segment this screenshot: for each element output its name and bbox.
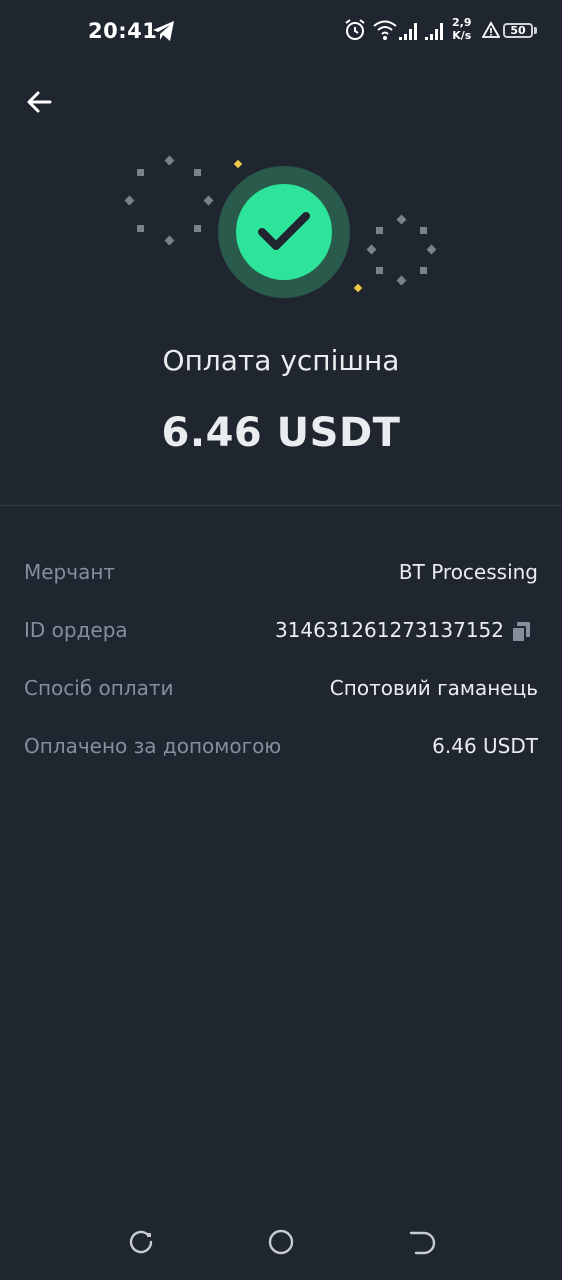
- detail-label: Оплачено за допомогою: [24, 734, 282, 758]
- battery-level: 50: [510, 24, 526, 37]
- detail-row-order-id: ID ордера 314631261273137152: [24, 606, 538, 664]
- recents-icon[interactable]: [127, 1229, 155, 1257]
- confetti-dot: [164, 155, 175, 166]
- detail-value: 314631261273137152: [274, 618, 504, 642]
- confetti-dot-yellow: [233, 159, 243, 169]
- success-illustration: [0, 140, 562, 320]
- battery-icon: 50: [503, 23, 533, 38]
- detail-row-payment-method: Спосіб оплати Спотовий гаманець: [24, 664, 538, 722]
- detail-value: 6.46 USDT: [432, 734, 538, 758]
- battery-tip: [534, 27, 537, 34]
- confetti-dot: [137, 225, 144, 232]
- confetti-dot: [124, 195, 135, 206]
- confetti-dot: [420, 227, 427, 234]
- payment-amount: 6.46 USDT: [161, 410, 401, 456]
- confetti-dot: [396, 214, 407, 225]
- net-speed: 2,9 K/s: [452, 16, 472, 42]
- confetti-dot: [376, 227, 383, 234]
- detail-label: ID ордера: [24, 618, 128, 642]
- net-speed-value: 2,9: [452, 16, 472, 29]
- confetti-dot: [426, 244, 437, 255]
- success-badge: [236, 184, 332, 280]
- confetti-dot: [203, 195, 214, 206]
- home-icon[interactable]: [267, 1228, 295, 1256]
- confetti-dot: [396, 275, 407, 286]
- status-time: 20:41: [88, 19, 158, 43]
- warning-icon: [482, 21, 500, 38]
- confetti-dot: [366, 244, 377, 255]
- back-button[interactable]: [22, 84, 58, 120]
- status-bar: 20:41 2,9 K/s 50: [0, 0, 562, 64]
- confetti-dot: [194, 225, 201, 232]
- detail-label: Спосіб оплати: [24, 676, 174, 700]
- detail-value: BT Processing: [398, 560, 538, 584]
- confetti-dot-yellow: [353, 283, 363, 293]
- confetti-dot: [137, 169, 144, 176]
- confetti-dot: [194, 169, 201, 176]
- detail-value: Спотовий гаманець: [329, 676, 538, 700]
- copy-icon[interactable]: [510, 621, 532, 643]
- system-nav-bar: [0, 1210, 562, 1280]
- detail-label: Мерчант: [24, 560, 116, 584]
- alarm-icon: [345, 19, 365, 40]
- detail-row-merchant: Мерчант BT Processing: [24, 548, 538, 606]
- telegram-icon: [153, 21, 174, 41]
- signal-2-icon: [425, 23, 443, 40]
- signal-1-icon: [399, 23, 417, 40]
- net-speed-unit: K/s: [452, 29, 472, 42]
- detail-row-paid-with: Оплачено за допомогою 6.46 USDT: [24, 722, 538, 780]
- page-title: Оплата успішна: [162, 344, 400, 377]
- divider: [0, 505, 562, 506]
- confetti-dot: [164, 235, 175, 246]
- arrow-left-icon: [27, 91, 52, 113]
- back-nav-icon[interactable]: [408, 1229, 436, 1257]
- payment-details: Мерчант BT Processing ID ордера 31463126…: [24, 548, 538, 780]
- wifi-icon: [373, 20, 397, 40]
- check-icon: [258, 212, 310, 250]
- confetti-dot: [420, 267, 427, 274]
- confetti-dot: [376, 267, 383, 274]
